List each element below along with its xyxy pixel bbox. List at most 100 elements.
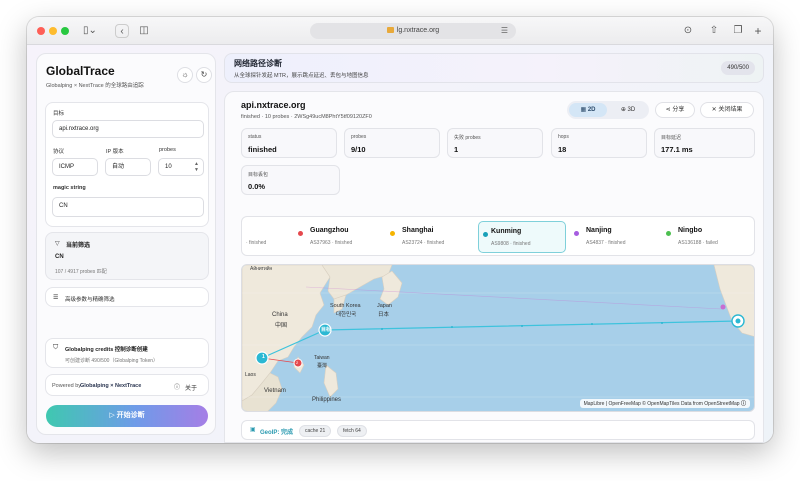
- result-title: api.nxtrace.org: [241, 100, 306, 110]
- protocol-select[interactable]: ICMP: [52, 158, 98, 176]
- sidebar: GlobalTrace Globalping × NextTrace 的全球路由…: [36, 53, 216, 435]
- info-icon[interactable]: ⓘ: [174, 382, 180, 391]
- reader-icon[interactable]: ☰: [501, 23, 508, 39]
- address-bar[interactable]: lg.nxtrace.org ☰: [310, 23, 516, 39]
- page-header: 网络路径诊断 从全球探针发起 MTR，展示跳点延迟、丢包与地图信息 490/50…: [224, 53, 764, 83]
- tab-overview-icon[interactable]: ◫: [137, 24, 151, 38]
- map-canvas[interactable]: [242, 265, 755, 412]
- minimize-window-button[interactable]: [49, 27, 57, 35]
- probe-color-dot: [574, 231, 579, 236]
- close-window-button[interactable]: [37, 27, 45, 35]
- attribution-text[interactable]: MapLibre | OpenFreeMap © OpenMapTiles Da…: [584, 401, 740, 407]
- probe-name: Shanghai: [402, 227, 434, 234]
- filter-count: 107 / 4917 probes 匹配: [55, 269, 107, 275]
- cache-chip: cache 21: [299, 425, 332, 437]
- stat-loss-value: 0.0%: [248, 182, 266, 191]
- probe-meta: AS23724 · finished: [402, 240, 445, 246]
- theme-icon[interactable]: ☼: [177, 67, 193, 83]
- probe-meta: AS4837 · finished: [586, 240, 626, 246]
- stat-latency-value: 177.1 ms: [661, 145, 693, 154]
- advanced-toggle[interactable]: ☰ 高级参数与精确筛选: [45, 287, 209, 307]
- map-attribution: MapLibre | OpenFreeMap © OpenMapTiles Da…: [579, 399, 750, 408]
- map-label: Philippines: [312, 397, 342, 403]
- stat-latency: 目标延迟 177.1 ms: [654, 128, 755, 158]
- probe-color-dot: [390, 231, 395, 236]
- reset-icon[interactable]: ↻: [196, 67, 212, 83]
- start-label: 开始诊断: [116, 412, 145, 419]
- filter-icon: ▽: [55, 241, 60, 247]
- result-subtitle: finished · 10 probes · 2WSg49ucM8PhtY5tf…: [241, 114, 372, 120]
- probes-value: 10: [165, 164, 172, 170]
- share-button[interactable]: ⋖ 分享: [655, 102, 695, 118]
- attribution-info-icon[interactable]: ⓘ: [741, 401, 746, 407]
- stat-failed: 失败 probes 1: [447, 128, 543, 158]
- map-marker-label: 目标: [321, 327, 332, 333]
- view-2d-button[interactable]: ▦ 2D: [569, 103, 607, 117]
- start-diagnosis-button[interactable]: ▷ 开始诊断: [46, 405, 208, 427]
- filter-title: 当前筛选: [66, 243, 91, 249]
- quota-badge: 490/500: [721, 61, 755, 75]
- share-label: 分享: [672, 107, 685, 113]
- sliders-icon: ☰: [53, 295, 59, 301]
- probe-item-nanjing[interactable]: Nanjing AS4837 · finished: [574, 221, 660, 253]
- magic-label: magic string: [53, 185, 86, 191]
- magic-input[interactable]: CN: [52, 197, 204, 217]
- browser-toolbar: ▯⌄ ‹ ◫ lg.nxtrace.org ☰ ⊙ ⇧ ❐ +: [27, 17, 773, 45]
- probe-item-kunming[interactable]: Kunming AS9808 · finished: [478, 221, 566, 253]
- map-label: Айнитийн: [250, 266, 273, 272]
- probe-name: Kunming: [491, 228, 522, 235]
- app-subtitle: Globalping × NextTrace 的全球路由追踪: [46, 83, 144, 89]
- advanced-label: 高级参数与精确筛选: [65, 297, 115, 303]
- maximize-window-button[interactable]: [61, 27, 69, 35]
- probe-item-partial[interactable]: · finished: [246, 221, 296, 253]
- map-label: 日本: [378, 312, 390, 318]
- stepper-arrows-icon[interactable]: ▲ ▼: [194, 161, 199, 173]
- result-card: api.nxtrace.org finished · 10 probes · 2…: [224, 91, 764, 443]
- downloads-icon[interactable]: ⊙: [681, 24, 695, 38]
- about-link[interactable]: 关于: [185, 383, 197, 392]
- stat-status-value: finished: [248, 145, 277, 154]
- close-result-button[interactable]: ✕ 关闭结果: [700, 102, 754, 118]
- probe-meta: AS136188 · failed: [678, 240, 718, 246]
- filter-panel[interactable]: ▽ 当前筛选 CN 107 / 4917 probes 匹配: [45, 232, 209, 280]
- powered-brand[interactable]: Globalping × NextTrace: [80, 383, 141, 389]
- back-icon[interactable]: ‹: [115, 24, 129, 38]
- tabs-icon[interactable]: ❐: [731, 24, 745, 38]
- powered-by: Powered by Globalping × NextTrace ⓘ 关于: [45, 374, 209, 396]
- stat-hops: hops 18: [551, 128, 647, 158]
- ipver-select[interactable]: 自动: [105, 158, 151, 176]
- target-input[interactable]: api.nxtrace.org: [52, 120, 204, 138]
- stat-failed-key: 失败 probes: [454, 135, 481, 141]
- probe-meta: AS37963 · finished: [310, 240, 353, 246]
- page-title: 网络路径诊断: [234, 59, 282, 68]
- stat-status: status finished: [241, 128, 337, 158]
- fetch-chip: fetch 64: [337, 425, 367, 437]
- probes-stepper[interactable]: 10 ▲ ▼: [158, 158, 204, 176]
- probe-item-ningbo[interactable]: Ningbo AS136188 · failed: [666, 221, 752, 253]
- new-tab-icon[interactable]: +: [751, 24, 765, 38]
- probe-item-shanghai[interactable]: Shanghai AS23724 · finished: [390, 221, 476, 253]
- map-label: 中国: [275, 323, 288, 329]
- target-label: 目标: [53, 111, 65, 117]
- probe-name: Nanjing: [586, 227, 612, 234]
- probe-color-dot: [483, 232, 488, 237]
- target-form: 目标 api.nxtrace.org 协议 IP 版本 probes ICMP …: [45, 102, 209, 227]
- view-3d-button[interactable]: ⊕ 3D: [609, 103, 647, 117]
- probe-name: Ningbo: [678, 227, 703, 234]
- route-map[interactable]: 1 目标 2 Айнитийн China 中国 South Korea 대한민…: [241, 264, 755, 412]
- probe-name: Guangzhou: [310, 227, 349, 234]
- share-icon[interactable]: ⇧: [707, 24, 721, 38]
- browser-window: ▯⌄ ‹ ◫ lg.nxtrace.org ☰ ⊙ ⇧ ❐ + GlobalTr…: [27, 17, 773, 443]
- view-toggle: ▦ 2D ⊕ 3D: [567, 101, 649, 119]
- credits-subtitle: 可创建诊断 490/500（Globalping Token）: [65, 358, 159, 364]
- globe-icon: ⊕: [620, 107, 628, 113]
- probe-color-dot: [298, 231, 303, 236]
- probe-item-guangzhou[interactable]: Guangzhou AS37963 · finished: [298, 221, 384, 253]
- credits-panel: ⛉ Globalping credits 控制诊断创建 可创建诊断 490/50…: [45, 338, 209, 368]
- stat-hops-value: 18: [558, 145, 567, 154]
- map-label: South Korea: [330, 303, 361, 309]
- map-label: Japan: [377, 303, 392, 309]
- sidebar-toggle-icon[interactable]: ▯⌄: [79, 24, 101, 38]
- close-label: 关闭结果: [718, 107, 743, 113]
- geoip-icon: ▣: [250, 427, 256, 433]
